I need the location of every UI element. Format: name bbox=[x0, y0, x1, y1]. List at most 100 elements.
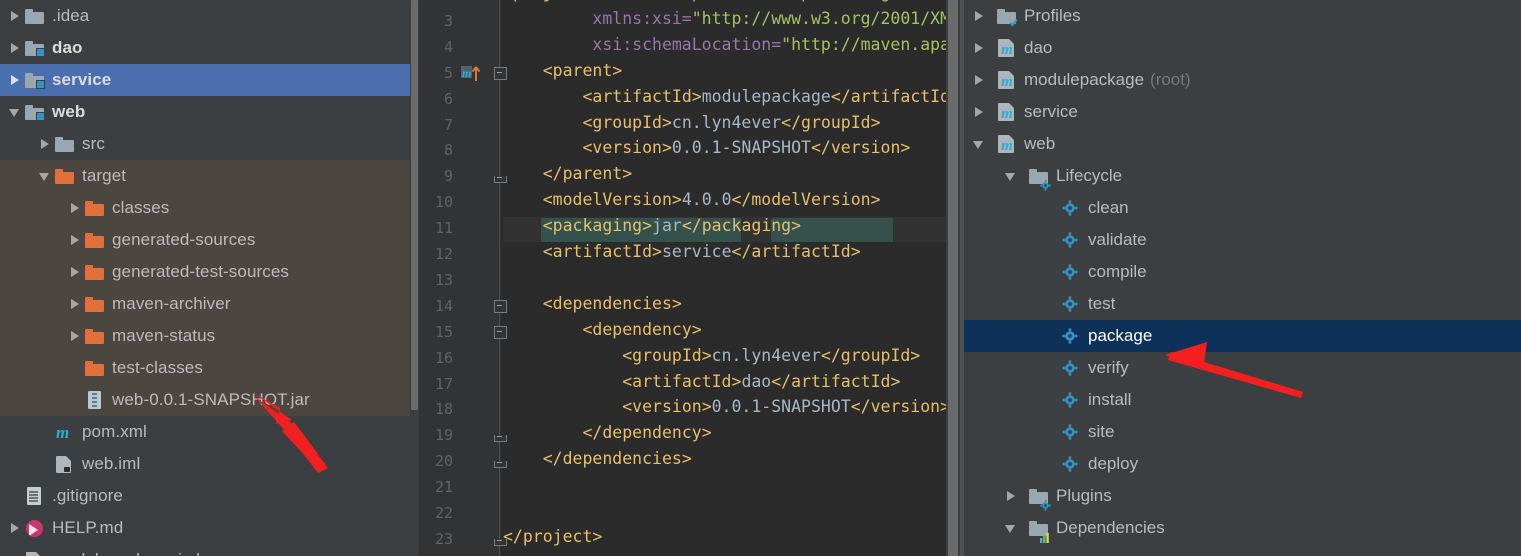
editor-code-line[interactable]: </dependency> bbox=[503, 423, 711, 442]
editor-code-line[interactable]: <dependency> bbox=[503, 321, 701, 339]
maven-tree-item[interactable]: install bbox=[960, 384, 1521, 416]
chevron-right-icon[interactable] bbox=[66, 231, 84, 249]
markdown-file-icon bbox=[24, 518, 46, 538]
project-tree-item[interactable]: classes bbox=[0, 192, 419, 224]
project-tree-item[interactable]: web.iml bbox=[0, 448, 419, 480]
chevron-right-icon[interactable] bbox=[970, 103, 988, 121]
project-tree-item[interactable]: .idea bbox=[0, 0, 419, 32]
project-tree-item[interactable]: generated-test-sources bbox=[0, 256, 419, 288]
maven-tree-item[interactable]: Lifecycle bbox=[960, 160, 1521, 192]
editor-code-line[interactable]: <groupId>cn.lyn4ever</groupId> bbox=[503, 114, 880, 132]
project-tree-item[interactable]: src bbox=[0, 128, 419, 160]
module-folder-icon bbox=[24, 70, 46, 90]
maven-tree-item[interactable]: package bbox=[960, 320, 1521, 352]
editor-code-line[interactable]: <version>0.0.1-SNAPSHOT</version> bbox=[503, 140, 910, 157]
code-token: "http://www.w3.org/2001/XM bbox=[691, 8, 951, 28]
maven-tree-item[interactable]: clean bbox=[960, 192, 1521, 224]
maven-tree-item[interactable]: verify bbox=[960, 352, 1521, 384]
editor-scrollbar-thumb[interactable] bbox=[948, 0, 958, 556]
chevron-right-icon[interactable] bbox=[66, 199, 84, 217]
project-tree-item[interactable]: dao bbox=[0, 32, 419, 64]
code-editor[interactable]: 234567891011121314151617181920212223m <p… bbox=[419, 0, 960, 556]
maven-tree-item[interactable]: deploy bbox=[960, 448, 1521, 480]
chevron-down-icon[interactable] bbox=[36, 167, 54, 185]
editor-line-number: 21 bbox=[434, 478, 453, 497]
maven-tree-item[interactable]: compile bbox=[960, 256, 1521, 288]
maven-tree-item[interactable]: m web bbox=[960, 128, 1521, 160]
project-tree-item[interactable]: service bbox=[0, 64, 419, 96]
project-tree-item[interactable]: HELP.md bbox=[0, 512, 419, 544]
editor-code-line[interactable]: </dependencies> bbox=[503, 450, 692, 468]
code-token: "http://maven.apache.org/POM/4 bbox=[652, 0, 950, 2]
chevron-right-icon[interactable] bbox=[36, 135, 54, 153]
chevron-right-icon[interactable] bbox=[1002, 487, 1020, 505]
project-tree-item[interactable]: target bbox=[0, 160, 419, 192]
editor-line-number: 2 bbox=[423, 0, 453, 4]
editor-code-line[interactable]: <version>0.0.1-SNAPSHOT</version> bbox=[503, 399, 950, 416]
maven-parent-navigate-icon[interactable]: m bbox=[461, 65, 481, 83]
editor-code-line[interactable]: <artifactId>modulepackage</artifactId bbox=[503, 88, 950, 106]
project-tool-window[interactable]: .idea dao service web src target classes genera… bbox=[0, 0, 419, 556]
chevron-right-icon[interactable] bbox=[6, 7, 24, 25]
chevron-right-icon[interactable] bbox=[66, 327, 84, 345]
maven-tool-window[interactable]: Profiles m dao m modulepackage (root) m service… bbox=[960, 0, 1521, 556]
project-tree-item[interactable]: maven-archiver bbox=[0, 288, 419, 320]
chevron-right-icon[interactable] bbox=[970, 7, 988, 25]
editor-code-line[interactable]: <parent> bbox=[503, 60, 623, 80]
chevron-right-icon[interactable] bbox=[66, 263, 84, 281]
project-tree-item[interactable]: web-0.0.1-SNAPSHOT.jar bbox=[0, 384, 419, 416]
chevron-down-icon[interactable] bbox=[1002, 519, 1020, 537]
chevron-right-icon[interactable] bbox=[6, 39, 24, 57]
chevron-right-icon[interactable] bbox=[6, 519, 24, 537]
chevron-right-icon[interactable] bbox=[66, 295, 84, 313]
editor-code-line[interactable]: <artifactId>service</artifactId> bbox=[503, 243, 861, 261]
maven-tree-item[interactable]: site bbox=[960, 416, 1521, 448]
editor-code-line[interactable]: </parent> bbox=[503, 166, 632, 183]
maven-tree-item[interactable]: m modulepackage (root) bbox=[960, 64, 1521, 96]
code-token: </parent> bbox=[542, 164, 633, 184]
text-file-icon bbox=[24, 486, 46, 506]
editor-code-line[interactable]: <modelVersion>4.0.0</modelVersion> bbox=[503, 191, 881, 209]
maven-tree[interactable]: Profiles m dao m modulepackage (root) m service… bbox=[960, 0, 1521, 544]
maven-tree-item[interactable]: validate bbox=[960, 224, 1521, 256]
project-tree-item[interactable]: maven-status bbox=[0, 320, 419, 352]
project-tree-item[interactable]: m pom.xml bbox=[0, 416, 419, 448]
editor-scrollbar[interactable] bbox=[946, 0, 960, 556]
chevron-right-icon[interactable] bbox=[6, 71, 24, 89]
editor-code-line[interactable]: xsi:schemaLocation="http://maven.apa bbox=[503, 36, 950, 54]
editor-code-area[interactable]: <project xmlns="http://maven.apache.org/… bbox=[503, 0, 950, 556]
maven-tree-item[interactable]: Dependencies bbox=[960, 512, 1521, 544]
editor-code-line[interactable]: <groupId>cn.lyn4ever</groupId> bbox=[503, 347, 920, 365]
maven-tree-item[interactable]: m dao bbox=[960, 32, 1521, 64]
editor-code-line[interactable]: <dependencies> bbox=[503, 295, 682, 313]
code-token: <parent> bbox=[542, 60, 623, 80]
project-scrollbar[interactable] bbox=[410, 0, 419, 556]
editor-line-number: 5 bbox=[443, 63, 453, 82]
editor-code-line[interactable]: <project xmlns="http://maven.apache.org/… bbox=[503, 0, 950, 2]
project-scrollbar-thumb[interactable] bbox=[411, 0, 418, 410]
chevron-down-icon[interactable] bbox=[6, 103, 24, 121]
maven-tree-item[interactable]: Plugins bbox=[960, 480, 1521, 512]
chevron-down-icon[interactable] bbox=[1002, 167, 1020, 185]
project-tree-item-label: maven-archiver bbox=[112, 294, 231, 313]
chevron-right-icon[interactable] bbox=[970, 39, 988, 57]
project-tree-item[interactable]: modulepackage.iml bbox=[0, 544, 419, 556]
maven-tree-item[interactable]: m service bbox=[960, 96, 1521, 128]
chevron-right-icon[interactable] bbox=[970, 71, 988, 89]
editor-gutter[interactable]: 234567891011121314151617181920212223m bbox=[419, 0, 507, 556]
editor-line-number: 9 bbox=[443, 167, 453, 186]
project-tree-item[interactable]: generated-sources bbox=[0, 224, 419, 256]
gear-icon bbox=[1060, 230, 1082, 250]
project-tree-item[interactable]: test-classes bbox=[0, 352, 419, 384]
editor-code-line[interactable]: <artifactId>dao</artifactId> bbox=[503, 373, 900, 391]
chevron-down-icon[interactable] bbox=[970, 135, 988, 153]
editor-code-line[interactable]: </project> bbox=[503, 528, 602, 546]
project-tree-item[interactable]: .gitignore bbox=[0, 480, 419, 512]
maven-tree-item[interactable]: test bbox=[960, 288, 1521, 320]
editor-code-line[interactable]: xmlns:xsi="http://www.w3.org/2001/XM bbox=[503, 8, 951, 28]
project-tree-item[interactable]: web bbox=[0, 96, 419, 128]
project-tree[interactable]: .idea dao service web src target classes genera… bbox=[0, 0, 419, 556]
maven-tree-item[interactable]: Profiles bbox=[960, 0, 1521, 32]
editor-code-line[interactable]: <packaging>jar</packaging> bbox=[503, 217, 801, 235]
